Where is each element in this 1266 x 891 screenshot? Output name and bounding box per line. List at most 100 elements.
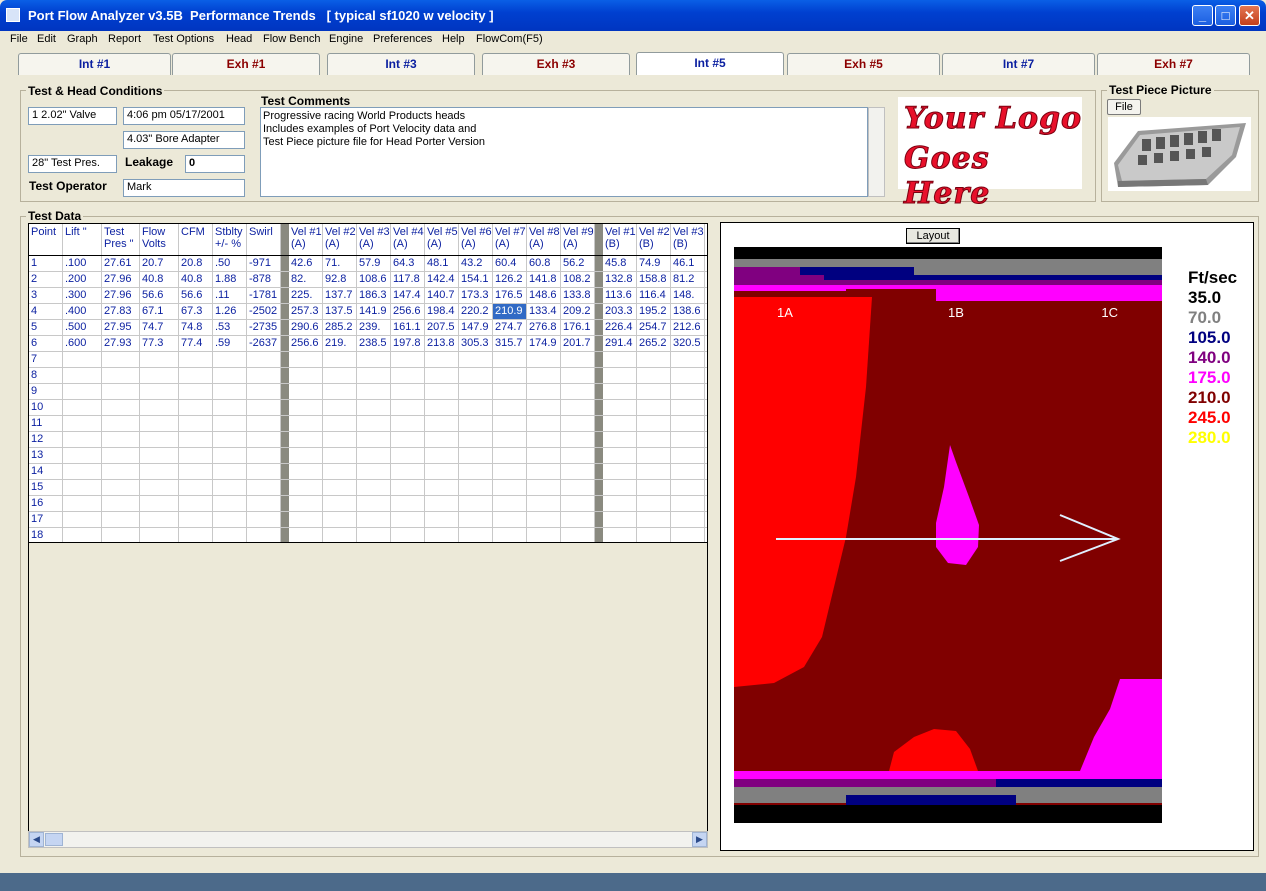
row-number[interactable]: 6: [29, 336, 62, 351]
table-cell[interactable]: 225.: [289, 288, 322, 303]
menu-head[interactable]: Head: [226, 33, 252, 45]
table-cell[interactable]: 43.2: [459, 256, 492, 271]
table-cell[interactable]: 140.7: [425, 288, 458, 303]
table-cell[interactable]: 290.6: [289, 320, 322, 335]
column-header[interactable]: Test Pres ": [102, 226, 140, 257]
row-number[interactable]: 10: [29, 400, 62, 415]
table-cell[interactable]: 56.6: [179, 288, 212, 303]
table-cell[interactable]: 81.2: [671, 272, 704, 287]
menu-flowcom[interactable]: FlowCom(F5): [476, 33, 543, 45]
table-cell[interactable]: 20.8: [179, 256, 212, 271]
column-header[interactable]: Vel #3 (B): [671, 226, 705, 257]
tab-int-1[interactable]: Int #1: [18, 53, 171, 75]
menu-preferences[interactable]: Preferences: [373, 33, 432, 45]
table-cell[interactable]: 203.3: [603, 304, 636, 319]
table-cell[interactable]: 40.8: [140, 272, 178, 287]
valve-field[interactable]: 1 2.02" Valve: [28, 107, 117, 125]
table-cell[interactable]: 219.: [323, 336, 356, 351]
table-cell[interactable]: 186.3: [357, 288, 390, 303]
table-cell[interactable]: 77.3: [140, 336, 178, 351]
maximize-button[interactable]: □: [1215, 5, 1236, 26]
tab-int-3[interactable]: Int #3: [327, 53, 475, 75]
table-cell[interactable]: 256.6: [289, 336, 322, 351]
test-data-grid[interactable]: Point Lift " Test Pres " Flow Volts CFM Stblt…: [28, 223, 708, 543]
column-header[interactable]: CFM: [179, 226, 213, 257]
table-cell[interactable]: 27.95: [102, 320, 139, 335]
row-number[interactable]: 3: [29, 288, 62, 303]
table-cell[interactable]: 210.9: [493, 304, 526, 319]
table-cell[interactable]: 64.3: [391, 256, 424, 271]
table-cell[interactable]: 142.4: [425, 272, 458, 287]
table-cell[interactable]: 173.3: [459, 288, 492, 303]
table-cell[interactable]: 148.6: [527, 288, 560, 303]
table-cell[interactable]: 226.4: [603, 320, 636, 335]
table-cell[interactable]: 45.8: [603, 256, 636, 271]
column-header[interactable]: Vel #8 (A): [527, 226, 561, 257]
comments-scrollbar[interactable]: [868, 107, 885, 197]
column-header[interactable]: Vel #1 (A): [289, 226, 323, 257]
menu-engine[interactable]: Engine: [329, 33, 363, 45]
table-cell[interactable]: .11: [213, 288, 246, 303]
table-cell[interactable]: 256.6: [391, 304, 424, 319]
menu-help[interactable]: Help: [442, 33, 465, 45]
table-cell[interactable]: 117.8: [391, 272, 424, 287]
table-cell[interactable]: 116.4: [637, 288, 670, 303]
row-number[interactable]: 15: [29, 480, 62, 495]
tab-exh-1[interactable]: Exh #1: [172, 53, 320, 75]
table-cell[interactable]: -2502: [247, 304, 280, 319]
table-cell[interactable]: 113.6: [603, 288, 636, 303]
table-cell[interactable]: 137.7: [323, 288, 356, 303]
table-cell[interactable]: 274.7: [493, 320, 526, 335]
grid-horizontal-scrollbar[interactable]: ◀ ▶: [28, 831, 708, 848]
table-cell[interactable]: 137.5: [323, 304, 356, 319]
table-cell[interactable]: -971: [247, 256, 280, 271]
column-header[interactable]: Vel #9 (A): [561, 226, 595, 257]
table-cell[interactable]: 239.: [357, 320, 390, 335]
table-cell[interactable]: -1781: [247, 288, 280, 303]
tab-exh-7[interactable]: Exh #7: [1097, 53, 1250, 75]
table-cell[interactable]: 27.96: [102, 288, 139, 303]
table-cell[interactable]: 1.88: [213, 272, 246, 287]
table-cell[interactable]: .53: [213, 320, 246, 335]
row-number[interactable]: 11: [29, 416, 62, 431]
table-cell[interactable]: 108.2: [561, 272, 594, 287]
table-cell[interactable]: 60.8: [527, 256, 560, 271]
table-cell[interactable]: .600: [63, 336, 101, 351]
row-number[interactable]: 4: [29, 304, 62, 319]
table-cell[interactable]: -2735: [247, 320, 280, 335]
table-cell[interactable]: 56.2: [561, 256, 594, 271]
row-number[interactable]: 5: [29, 320, 62, 335]
table-cell[interactable]: 276.8: [527, 320, 560, 335]
comments-textarea[interactable]: Progressive racing World Products heads …: [260, 107, 868, 197]
tab-int-5[interactable]: Int #5: [636, 52, 784, 75]
table-cell[interactable]: 74.9: [637, 256, 670, 271]
table-cell[interactable]: 133.4: [527, 304, 560, 319]
table-cell[interactable]: 212.6: [671, 320, 704, 335]
row-number[interactable]: 12: [29, 432, 62, 447]
table-cell[interactable]: 238.5: [357, 336, 390, 351]
table-cell[interactable]: 148.: [671, 288, 704, 303]
table-cell[interactable]: 138.6: [671, 304, 704, 319]
table-cell[interactable]: 46.1: [671, 256, 704, 271]
table-cell[interactable]: 74.7: [140, 320, 178, 335]
table-cell[interactable]: .400: [63, 304, 101, 319]
scroll-thumb[interactable]: [45, 833, 63, 846]
column-header[interactable]: Vel #2 (B): [637, 226, 671, 257]
table-cell[interactable]: 291.4: [603, 336, 636, 351]
table-cell[interactable]: 20.7: [140, 256, 178, 271]
table-cell[interactable]: 176.1: [561, 320, 594, 335]
menu-test-options[interactable]: Test Options: [153, 33, 214, 45]
column-header[interactable]: Point: [29, 226, 63, 257]
minimize-button[interactable]: _: [1192, 5, 1213, 26]
column-header[interactable]: Swirl: [247, 226, 281, 257]
table-cell[interactable]: 133.8: [561, 288, 594, 303]
table-cell[interactable]: 254.7: [637, 320, 670, 335]
table-cell[interactable]: 74.8: [179, 320, 212, 335]
column-header[interactable]: Stblty +/- %: [213, 226, 247, 257]
tab-exh-5[interactable]: Exh #5: [787, 53, 940, 75]
column-header[interactable]: Vel #7 (A): [493, 226, 527, 257]
tab-exh-3[interactable]: Exh #3: [482, 53, 630, 75]
table-cell[interactable]: .500: [63, 320, 101, 335]
table-cell[interactable]: 27.61: [102, 256, 139, 271]
row-number[interactable]: 17: [29, 512, 62, 527]
